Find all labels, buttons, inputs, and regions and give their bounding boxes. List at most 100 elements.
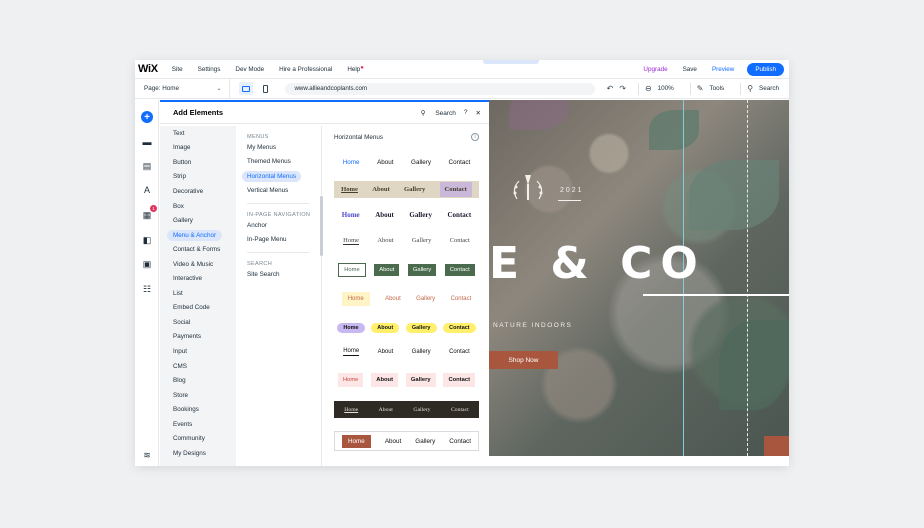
- page-selector[interactable]: Page: Home ⌄: [135, 79, 231, 98]
- upgrade-link[interactable]: Upgrade: [643, 66, 667, 73]
- category-item[interactable]: Strip: [160, 170, 236, 185]
- panel-search-button[interactable]: ⚲ Search: [413, 109, 456, 117]
- hero-title: E & CO: [489, 238, 706, 289]
- close-icon[interactable]: ✕: [476, 109, 481, 117]
- menu-preset-item: Home: [338, 262, 366, 277]
- divider: [637, 82, 639, 95]
- category-item[interactable]: Box: [160, 199, 236, 214]
- category-item[interactable]: Decorative: [160, 184, 236, 199]
- subcategory-item[interactable]: Site Search: [247, 267, 321, 282]
- category-item[interactable]: My Designs: [160, 446, 236, 461]
- search-button[interactable]: Search: [759, 85, 779, 92]
- tools-button[interactable]: Tools: [709, 85, 724, 92]
- mobile-view-button[interactable]: [258, 82, 272, 95]
- design-icon[interactable]: A: [141, 184, 153, 196]
- redo-icon[interactable]: ↷: [619, 84, 626, 93]
- menu-preset[interactable]: Home About Gallery Contact: [334, 343, 479, 360]
- category-item[interactable]: Input: [160, 344, 236, 359]
- subcategory-list: MENUS My Menus Themed Menus Horizontal M…: [236, 126, 322, 466]
- shop-now-button[interactable]: Shop Now: [489, 351, 558, 369]
- cms-icon[interactable]: ☷: [141, 283, 153, 295]
- add-elements-icon[interactable]: +: [141, 111, 153, 123]
- category-item[interactable]: Bookings: [160, 402, 236, 417]
- search-icon: ⚲: [747, 84, 754, 93]
- zoom-out-icon[interactable]: ⊖: [645, 84, 652, 93]
- menu-preset[interactable]: Home About Gallery Contact: [334, 261, 479, 278]
- layers-icon[interactable]: ≋: [141, 449, 153, 461]
- menu-preset[interactable]: Home About Gallery Contact: [334, 431, 479, 451]
- category-label: Text: [173, 129, 185, 137]
- subcategory-item[interactable]: In-Page Menu: [247, 233, 321, 248]
- menu-preset[interactable]: Home About Gallery Contact: [334, 206, 479, 223]
- desktop-view-button[interactable]: [239, 82, 254, 95]
- menu-preset-item: About: [377, 159, 394, 166]
- preview-button[interactable]: Preview: [712, 66, 734, 73]
- site-canvas[interactable]: 2021 E & CO NATURE INDOORS Shop Now: [489, 100, 789, 456]
- subcategory-item[interactable]: Themed Menus: [247, 155, 321, 170]
- category-item[interactable]: Button: [160, 155, 236, 170]
- menu-preset[interactable]: Home About Gallery Contact: [334, 154, 479, 171]
- business-icon[interactable]: ◧: [141, 234, 153, 246]
- top-actions: Upgrade Save Preview Publish: [643, 62, 784, 76]
- category-item[interactable]: Payments: [160, 330, 236, 345]
- category-item[interactable]: Embed Code: [160, 301, 236, 316]
- category-item[interactable]: Gallery: [160, 213, 236, 228]
- category-item[interactable]: Video & Music: [160, 257, 236, 272]
- category-item[interactable]: List: [160, 286, 236, 301]
- nav-settings[interactable]: Settings: [198, 66, 221, 73]
- panel-header-actions: ⚲ Search ? ✕: [405, 109, 481, 117]
- pages-icon[interactable]: ▤: [141, 160, 153, 172]
- info-icon[interactable]: i: [471, 133, 479, 141]
- menu-preset[interactable]: Home About Gallery Contact: [334, 371, 479, 388]
- subcategory-item[interactable]: Vertical Menus: [247, 184, 321, 199]
- menu-preset[interactable]: Home About Gallery Contact: [334, 319, 479, 336]
- undo-icon[interactable]: ↶: [607, 84, 614, 93]
- divider: [643, 294, 789, 296]
- category-item-active[interactable]: Menu & Anchor: [160, 228, 236, 243]
- category-item[interactable]: Text: [160, 126, 236, 141]
- media-icon[interactable]: ▣: [141, 258, 153, 270]
- sections-icon[interactable]: ▬: [141, 136, 153, 148]
- section-heading-inpage: IN-PAGE NAVIGATION: [247, 212, 311, 218]
- category-item[interactable]: Contact & Forms: [160, 242, 236, 257]
- zoom-level[interactable]: 100%: [658, 85, 674, 92]
- menu-preset-item: Contact: [450, 295, 472, 302]
- menu-preset-item: About: [372, 186, 390, 193]
- subcategory-item[interactable]: Anchor: [247, 218, 321, 233]
- site-url[interactable]: www.allieandcoplants.com: [285, 82, 595, 95]
- top-drag-tab[interactable]: [483, 60, 539, 64]
- menu-preset[interactable]: Home About Gallery Contact: [334, 232, 479, 249]
- mobile-icon: [262, 84, 268, 93]
- save-button[interactable]: Save: [683, 66, 697, 73]
- category-item[interactable]: Social: [160, 315, 236, 330]
- category-item[interactable]: CMS: [160, 359, 236, 374]
- nav-hire-professional[interactable]: Hire a Professional: [279, 66, 332, 73]
- menu-preset[interactable]: Home About Gallery Contact: [334, 401, 479, 418]
- menu-preset-item: Gallery: [405, 372, 436, 387]
- help-icon[interactable]: ?: [464, 109, 468, 116]
- panel-scrollbar[interactable]: [320, 196, 323, 256]
- apps-icon[interactable]: ▦ 1: [141, 205, 157, 221]
- category-item[interactable]: Image: [160, 141, 236, 156]
- menu-preset[interactable]: Home About Gallery Contact: [334, 181, 479, 198]
- menu-preset-item: Home: [341, 291, 370, 306]
- menu-preset[interactable]: Home About Gallery Contact: [334, 290, 479, 307]
- menu-preset-item: Home: [341, 210, 360, 219]
- category-item[interactable]: Events: [160, 417, 236, 432]
- category-item[interactable]: Community: [160, 431, 236, 446]
- publish-button[interactable]: Publish: [747, 62, 784, 76]
- presets-header: Horizontal Menus i: [323, 130, 489, 144]
- subcategory-item-active[interactable]: Horizontal Menus: [242, 169, 321, 184]
- chevron-down-icon: ⌄: [216, 86, 222, 92]
- category-item[interactable]: Store: [160, 388, 236, 403]
- nav-help[interactable]: Help●: [347, 65, 364, 73]
- nav-site[interactable]: Site: [172, 66, 183, 73]
- panel-search-label: Search: [435, 109, 456, 117]
- nav-dev-mode[interactable]: Dev Mode: [235, 66, 264, 73]
- category-item[interactable]: Interactive: [160, 271, 236, 286]
- toolbar: Page: Home ⌄ www.allieandcoplants.com ↶ …: [135, 79, 789, 99]
- divider: [740, 82, 742, 95]
- category-item[interactable]: Blog: [160, 373, 236, 388]
- subcategory-item[interactable]: My Menus: [247, 140, 321, 155]
- category-label: Image: [173, 144, 191, 152]
